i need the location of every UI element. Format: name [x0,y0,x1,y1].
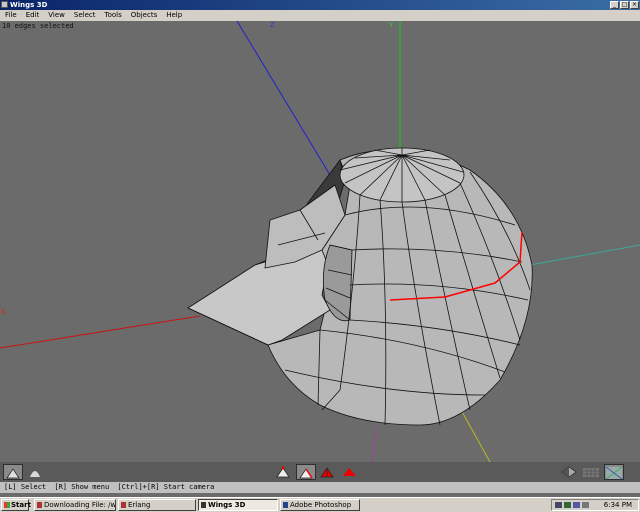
menu-file[interactable]: File [0,10,21,21]
start-button[interactable]: Start [1,499,31,511]
system-tray: 6:34 PM [551,499,639,511]
menu-view[interactable]: View [43,10,69,21]
cap-mesh [187,147,533,426]
menu-edit[interactable]: Edit [21,10,44,21]
help-bar: [L] Select [R] Show menu [Ctrl]+[R] Star… [0,482,640,493]
help-camera: [Ctrl]+[R] Start camera [117,483,215,491]
menu-help[interactable]: Help [161,10,186,21]
wings-icon [201,502,206,508]
axis-y-label: Y [389,21,394,29]
axis-x-line [0,315,201,349]
axis-z-label: Z [270,21,275,29]
axes-toggle-icon[interactable] [582,464,602,480]
app-icon [1,1,8,8]
tray-network-icon[interactable] [555,502,562,508]
task-downloading[interactable]: Downloading File: /wings/... [34,499,116,511]
windows-taskbar: Start Downloading File: /wings/... Erlan… [0,497,640,512]
window-titlebar: Wings 3D _ □ × [0,0,640,10]
3d-viewport[interactable]: 10 edges selected Z Y X [0,21,640,462]
ground-plane-icon[interactable] [560,464,580,480]
axis-z-neg-line [371,424,377,462]
axis-x-label: X [1,308,6,316]
windows-logo-icon [4,502,10,508]
task-wings3d[interactable]: Wings 3D [198,499,278,511]
tray-monitor-icon[interactable] [573,502,580,508]
tray-clock: 6:34 PM [603,501,632,509]
axis-z-line [236,21,331,176]
menu-objects[interactable]: Objects [126,10,161,21]
edge-mode-icon[interactable] [296,464,316,480]
menu-select[interactable]: Select [69,10,100,21]
axis-x-neg-line [529,244,640,266]
task-erlang[interactable]: Erlang [118,499,196,511]
task-photoshop[interactable]: Adobe Photoshop [280,499,360,511]
erlang-icon [121,502,126,508]
menu-bar: File Edit View Select Tools Objects Help [0,10,640,21]
tray-volume-icon[interactable] [582,502,589,508]
bottom-toolbar [0,462,640,482]
help-menu: [R] Show menu [54,483,110,491]
photoshop-icon [283,502,288,508]
smooth-view-icon[interactable] [26,464,46,480]
tray-shield-icon[interactable] [564,502,571,508]
window-title: Wings 3D [10,1,48,9]
vertex-mode-icon[interactable] [274,464,294,480]
body-mode-icon[interactable] [340,464,360,480]
menu-tools[interactable]: Tools [100,10,126,21]
shaded-view-icon[interactable] [3,464,23,480]
browser-icon [37,502,42,508]
close-button[interactable]: × [630,1,639,9]
maximize-button[interactable]: □ [620,1,629,9]
minimize-button[interactable]: _ [610,1,619,9]
help-select: [L] Select [4,483,47,491]
scene-canvas [0,21,640,462]
cap-brim [187,244,331,346]
orthographic-icon[interactable] [604,464,624,480]
face-mode-icon[interactable] [318,464,338,480]
